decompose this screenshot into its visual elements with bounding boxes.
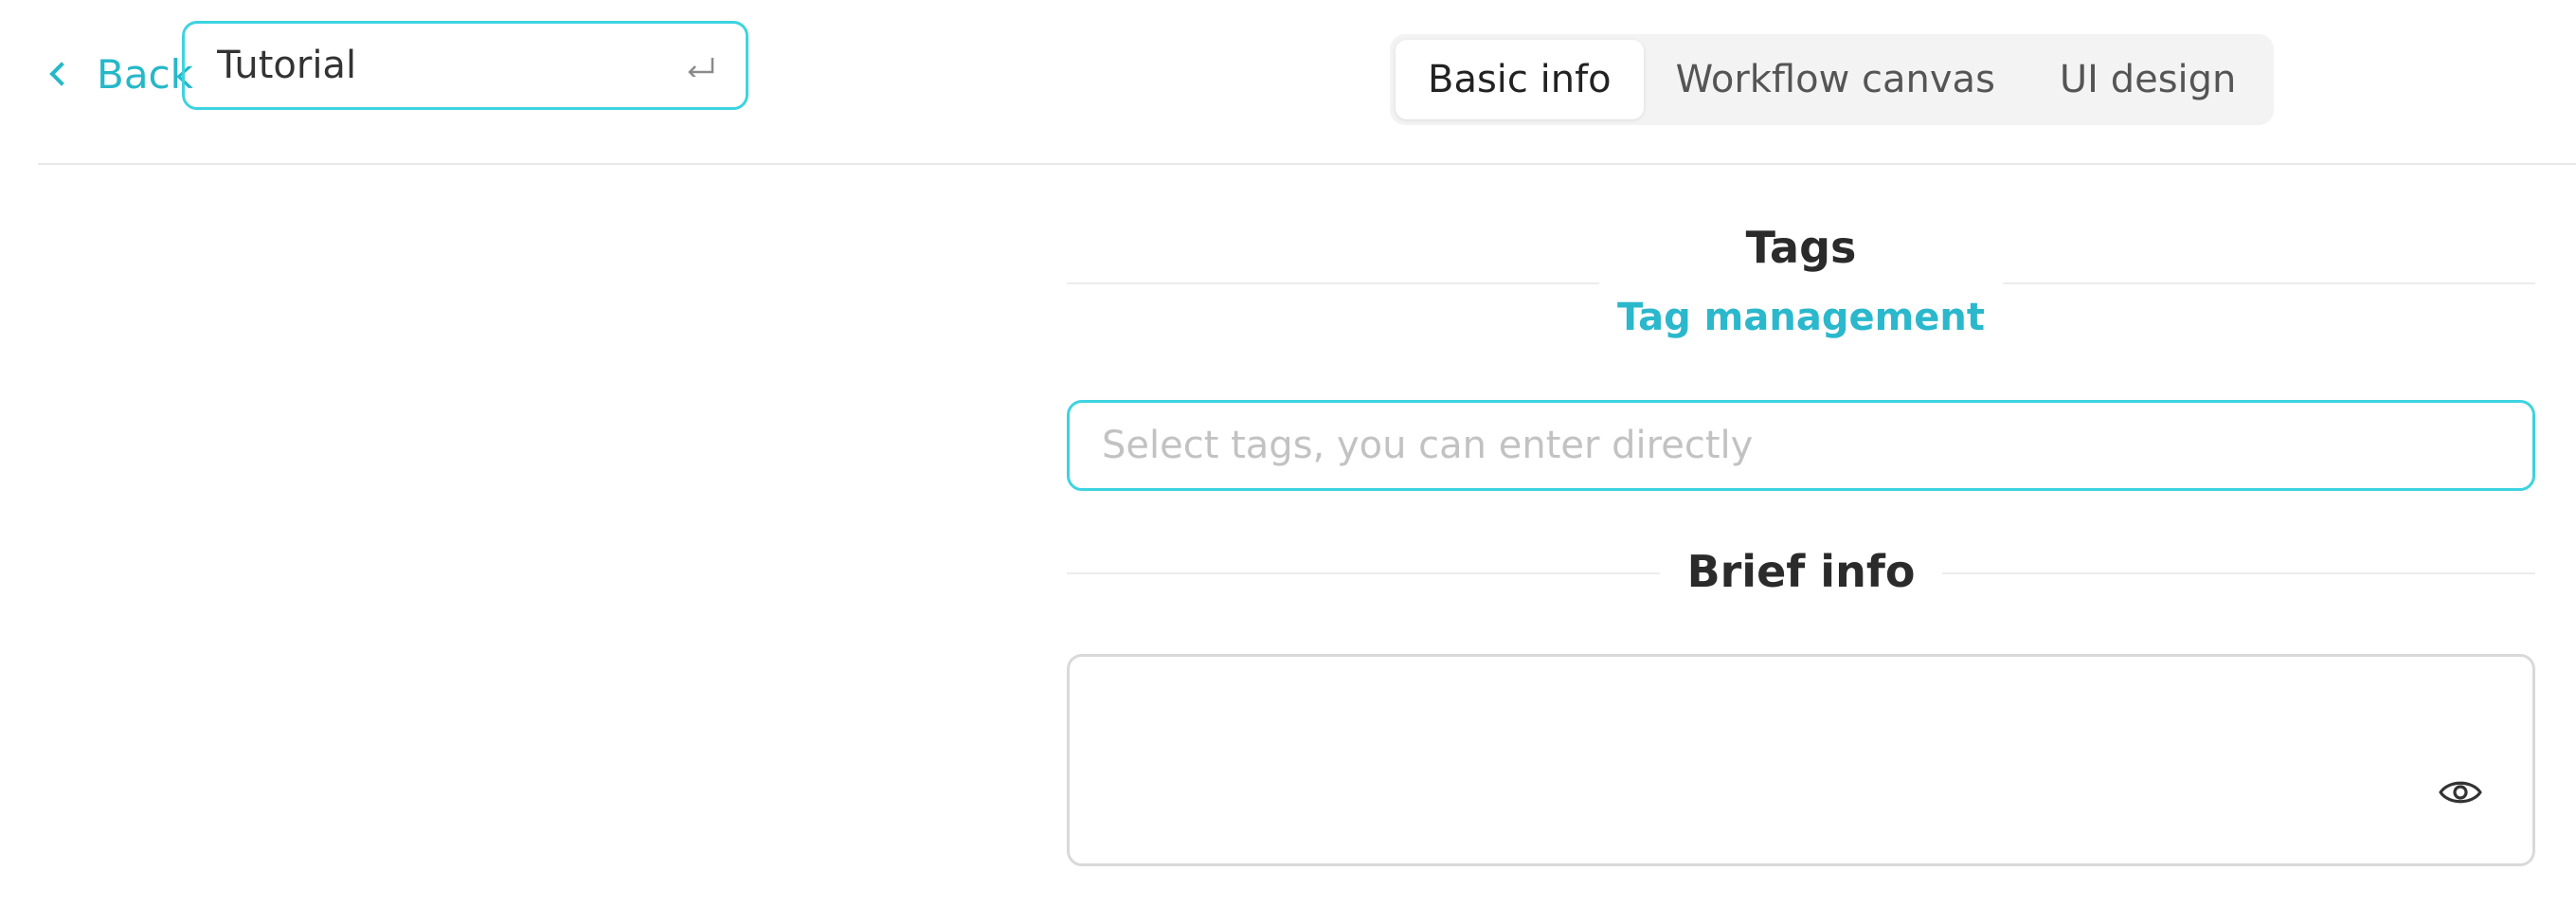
eye-icon[interactable] — [2438, 776, 2483, 808]
back-label: Back — [97, 50, 193, 98]
brief-info-textarea[interactable] — [1070, 657, 2443, 856]
tags-divider-right — [2003, 282, 2535, 284]
brief-info-editor — [1067, 654, 2535, 866]
brief-info-section-title: Brief info — [1686, 546, 1916, 597]
chevron-left-icon — [49, 62, 74, 86]
tab-ui-design[interactable]: UI design — [2027, 40, 2268, 119]
title-input[interactable] — [185, 43, 655, 88]
enter-key-icon — [688, 58, 714, 77]
tags-select[interactable] — [1067, 400, 2535, 491]
flow-editor-page: Back Basic info Workflow canvas UI desig… — [0, 0, 2576, 907]
tab-basic-info[interactable]: Basic info — [1396, 40, 1644, 119]
tags-select-input[interactable] — [1070, 423, 2430, 468]
title-input-container — [182, 21, 748, 110]
tags-section-title: Tags — [1745, 222, 1857, 273]
header-divider — [38, 163, 2576, 165]
tags-divider-left — [1067, 282, 1599, 284]
tab-workflow-canvas[interactable]: Workflow canvas — [1644, 40, 2027, 119]
back-button[interactable]: Back — [45, 44, 193, 104]
view-tabs: Basic info Workflow canvas UI design — [1390, 34, 2275, 125]
tag-management-link[interactable]: Tag management — [1067, 296, 2535, 339]
